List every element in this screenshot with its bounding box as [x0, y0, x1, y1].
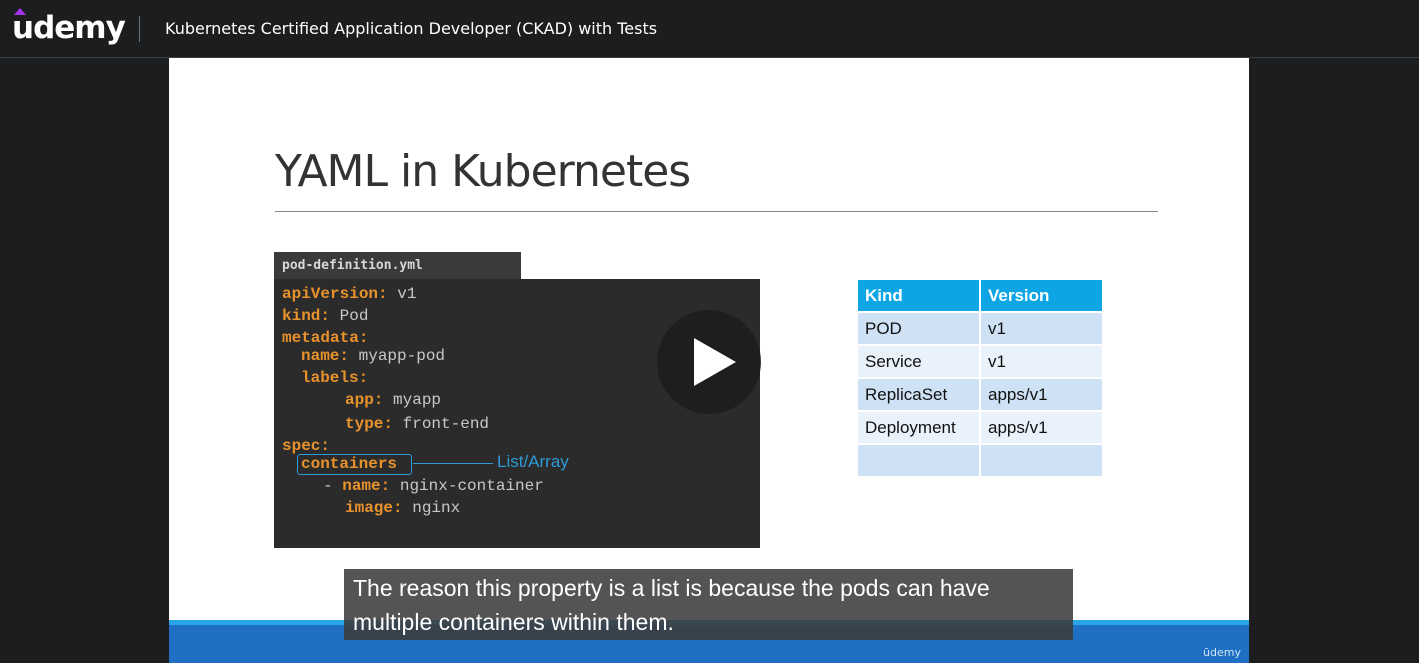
code-line: metadata:: [282, 329, 369, 347]
table-row: Deployment apps/v1: [858, 412, 1102, 443]
table-cell: ReplicaSet: [858, 379, 979, 410]
code-line: labels:: [301, 369, 369, 387]
kind-version-table: Kind Version POD v1 Service v1 ReplicaSe…: [856, 278, 1104, 478]
annotation-label: List/Array: [497, 452, 569, 471]
top-bar: udemy Kubernetes Certified Application D…: [0, 0, 1419, 58]
udemy-logo[interactable]: udemy: [12, 6, 126, 50]
table-cell: Service: [858, 346, 979, 377]
video-player[interactable]: YAML in Kubernetes pod-definition.yml ap…: [0, 58, 1419, 663]
table-cell: apps/v1: [981, 412, 1102, 443]
code-line: spec:: [282, 437, 331, 455]
table-cell: [981, 445, 1102, 476]
code-line: type: front-end: [345, 415, 490, 433]
containers-highlight: [297, 454, 412, 475]
annotation-line: [413, 463, 493, 464]
code-line: app: myapp: [345, 391, 442, 409]
table-row: Service v1: [858, 346, 1102, 377]
table-cell: [858, 445, 979, 476]
caption-line-1: The reason this property is a list is be…: [353, 575, 990, 601]
table-cell: Deployment: [858, 412, 979, 443]
table-header-row: Kind Version: [858, 280, 1102, 311]
table-cell: POD: [858, 313, 979, 344]
code-file-tab: pod-definition.yml: [274, 252, 521, 279]
table-row: [858, 445, 1102, 476]
code-line: kind: Pod: [282, 307, 369, 325]
play-icon: [694, 338, 736, 386]
caption-line-2: multiple containers within them.: [353, 609, 674, 635]
play-button[interactable]: [657, 310, 761, 414]
table-cell: apps/v1: [981, 379, 1102, 410]
slide-title-rule: [275, 211, 1158, 212]
code-line: apiVersion: v1: [282, 285, 417, 303]
table-cell: v1: [981, 346, 1102, 377]
table-header-cell: Kind: [858, 280, 979, 311]
logo-text: udemy: [12, 10, 126, 46]
logo-hat-icon: [14, 8, 26, 15]
header-divider: [139, 16, 140, 42]
table-cell: v1: [981, 313, 1102, 344]
code-line: - name: nginx-container: [323, 477, 544, 495]
table-row: POD v1: [858, 313, 1102, 344]
course-title[interactable]: Kubernetes Certified Application Develop…: [165, 19, 657, 38]
table-row: ReplicaSet apps/v1: [858, 379, 1102, 410]
code-line: name: myapp-pod: [301, 347, 446, 365]
code-line: image: nginx: [345, 499, 461, 517]
table-header-cell: Version: [981, 280, 1102, 311]
video-caption: The reason this property is a list is be…: [344, 569, 1073, 640]
slide-title: YAML in Kubernetes: [275, 146, 691, 197]
slide-watermark: ūdemy: [1203, 646, 1241, 659]
